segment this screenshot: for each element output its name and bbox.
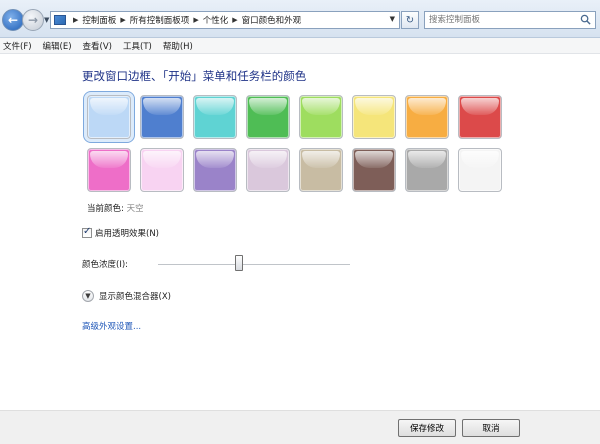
swatch-gloss: [196, 151, 234, 168]
color-swatch[interactable]: [83, 91, 135, 143]
current-color-value: 天空: [126, 204, 144, 214]
transparency-label[interactable]: 启用透明效果(N): [95, 227, 159, 239]
address-bar: ← → ▼ ▶ 控制面板 ▶ 所有控制面板项 ▶ 个性化 ▶ 窗口颜色和外观 ▼…: [0, 0, 600, 38]
color-swatch[interactable]: [405, 95, 449, 139]
color-swatch[interactable]: [193, 95, 237, 139]
swatch-gloss: [408, 151, 446, 168]
intensity-label: 颜色浓度(I):: [82, 260, 129, 270]
recent-pages-dropdown-icon[interactable]: ▼: [44, 16, 49, 24]
color-swatch[interactable]: [458, 148, 502, 192]
breadcrumb-arrow-icon[interactable]: ▶: [120, 16, 125, 24]
current-color-label: 当前颜色:: [87, 204, 124, 214]
intensity-slider-thumb[interactable]: [234, 255, 243, 271]
swatch-gloss: [302, 151, 340, 168]
color-swatch[interactable]: [193, 148, 237, 192]
color-swatch[interactable]: [352, 95, 396, 139]
swatch-gloss: [355, 98, 393, 115]
breadcrumb-window-color[interactable]: 窗口颜色和外观: [242, 14, 302, 26]
menu-file[interactable]: 文件(F): [3, 40, 32, 52]
color-swatch[interactable]: [405, 148, 449, 192]
color-swatch[interactable]: [246, 95, 290, 139]
swatch-gloss: [355, 151, 393, 168]
control-panel-icon: [54, 15, 66, 25]
swatch-gloss: [143, 151, 181, 168]
color-swatch[interactable]: [140, 148, 184, 192]
swatch-gloss: [302, 98, 340, 115]
swatch-gloss: [143, 98, 181, 115]
address-path[interactable]: ▶ 控制面板 ▶ 所有控制面板项 ▶ 个性化 ▶ 窗口颜色和外观 ▼: [50, 11, 400, 29]
page-title: 更改窗口边框、「开始」菜单和任务栏的颜色: [82, 69, 307, 83]
color-mixer-toggle[interactable]: ▼ 显示颜色混合器(X): [82, 290, 171, 302]
search-box[interactable]: [424, 11, 596, 29]
color-swatch[interactable]: [299, 95, 343, 139]
chevron-down-icon[interactable]: ▼: [82, 290, 94, 302]
back-button[interactable]: ←: [2, 9, 24, 31]
breadcrumb-personalization[interactable]: 个性化: [203, 14, 229, 26]
swatch-gloss: [90, 98, 128, 115]
color-swatch[interactable]: [458, 95, 502, 139]
swatch-gloss: [249, 151, 287, 168]
breadcrumb-all-items[interactable]: 所有控制面板项: [130, 14, 190, 26]
forward-button[interactable]: →: [22, 9, 44, 31]
color-swatch[interactable]: [246, 148, 290, 192]
swatch-gloss: [90, 151, 128, 168]
swatch-gloss: [408, 98, 446, 115]
transparency-option[interactable]: 启用透明效果(N): [82, 226, 159, 239]
menu-tools[interactable]: 工具(T): [123, 40, 152, 52]
refresh-icon: ↻: [405, 14, 415, 26]
color-mixer-label[interactable]: 显示颜色混合器(X): [99, 290, 171, 302]
search-input[interactable]: [425, 12, 575, 28]
menu-bar: 文件(F) 编辑(E) 查看(V) 工具(T) 帮助(H): [0, 38, 600, 54]
footer-bar: 保存修改 取消: [0, 410, 600, 444]
breadcrumb-arrow-icon[interactable]: ▶: [193, 16, 198, 24]
swatch-gloss: [461, 98, 499, 115]
color-swatch[interactable]: [87, 148, 131, 192]
swatch-gloss: [249, 98, 287, 115]
address-dropdown-icon[interactable]: ▼: [390, 15, 395, 23]
search-icon[interactable]: [580, 14, 591, 25]
menu-edit[interactable]: 编辑(E): [43, 40, 72, 52]
save-button[interactable]: 保存修改: [398, 419, 456, 437]
arrow-left-icon: ←: [7, 13, 19, 27]
swatch-gloss: [461, 151, 499, 168]
breadcrumb-control-panel[interactable]: 控制面板: [82, 14, 116, 26]
content-area: 更改窗口边框、「开始」菜单和任务栏的颜色 当前颜色: 天空 启用透明效果(N) …: [0, 55, 600, 410]
current-color: 当前颜色: 天空: [87, 202, 144, 214]
color-swatch[interactable]: [352, 148, 396, 192]
advanced-appearance-link[interactable]: 高级外观设置...: [82, 320, 141, 332]
intensity-slider-track[interactable]: [158, 264, 350, 266]
menu-help[interactable]: 帮助(H): [163, 40, 193, 52]
swatch-gloss: [196, 98, 234, 115]
cancel-button[interactable]: 取消: [462, 419, 520, 437]
refresh-button[interactable]: ↻: [401, 11, 419, 29]
color-swatch[interactable]: [299, 148, 343, 192]
color-swatch[interactable]: [140, 95, 184, 139]
menu-view[interactable]: 查看(V): [83, 40, 112, 52]
breadcrumb-arrow-icon[interactable]: ▶: [232, 16, 237, 24]
transparency-checkbox[interactable]: [82, 226, 92, 238]
color-swatch-grid: [83, 91, 509, 205]
arrow-right-icon: →: [27, 13, 39, 27]
breadcrumb-arrow-icon[interactable]: ▶: [73, 16, 78, 24]
